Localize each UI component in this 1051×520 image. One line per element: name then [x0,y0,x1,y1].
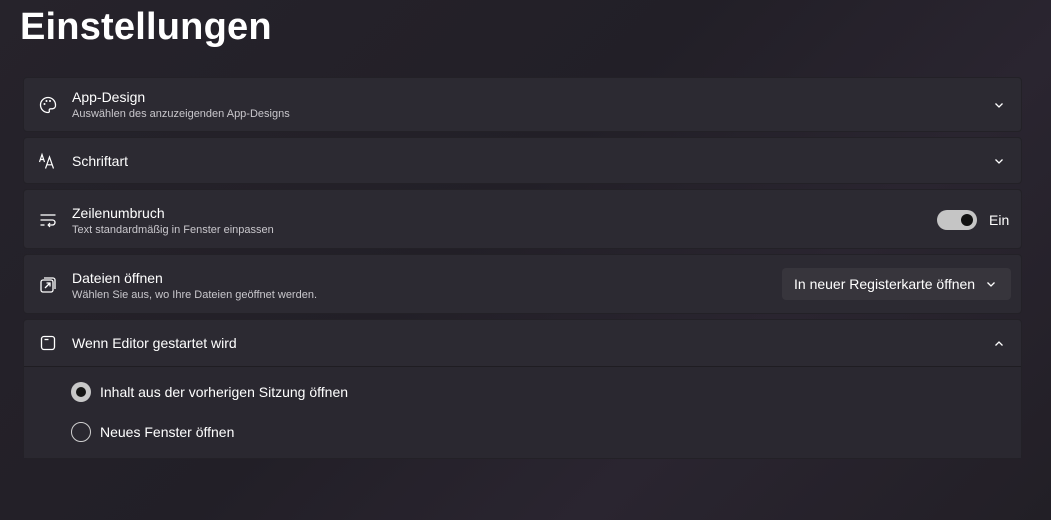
radio-label: Inhalt aus der vorherigen Sitzung öffnen [100,384,349,400]
radio-label: Neues Fenster öffnen [100,424,235,440]
radio-selected-icon[interactable] [71,382,91,402]
window-icon [38,333,58,353]
chevron-down-icon [983,276,999,292]
toggle-knob [961,214,973,226]
word-wrap-toggle[interactable] [937,210,977,230]
word-wrap-icon [38,210,58,230]
font-icon [38,151,58,171]
open-files-dropdown[interactable]: In neuer Registerkarte öffnen [782,268,1011,300]
chevron-down-icon[interactable] [991,153,1007,169]
startup-header[interactable]: Wenn Editor gestartet wird [24,320,1021,366]
chevron-up-icon[interactable] [991,336,1007,352]
open-files-card: Dateien öffnen Wählen Sie aus, wo Ihre D… [23,254,1022,314]
page-title: Einstellungen [20,6,272,48]
startup-options: Inhalt aus der vorherigen Sitzung öffnen… [24,366,1021,458]
app-design-subtitle: Auswählen des anzuzeigenden App-Designs [72,108,290,120]
radio-unselected-icon[interactable] [71,422,91,442]
startup-option-new-window[interactable]: Neues Fenster öffnen [71,421,234,443]
font-card[interactable]: Schriftart [23,137,1022,184]
open-files-subtitle: Wählen Sie aus, wo Ihre Dateien geöffnet… [72,289,318,301]
open-in-new-icon [38,275,58,295]
open-files-title: Dateien öffnen [72,270,163,286]
startup-title: Wenn Editor gestartet wird [72,335,237,351]
word-wrap-title: Zeilenumbruch [72,205,165,221]
word-wrap-subtitle: Text standardmäßig in Fenster einpassen [72,224,274,236]
app-design-title: App-Design [72,89,146,105]
word-wrap-card: Zeilenumbruch Text standardmäßig in Fens… [23,189,1022,249]
font-title: Schriftart [72,153,129,169]
word-wrap-toggle-state: Ein [989,212,1010,228]
startup-option-previous-session[interactable]: Inhalt aus der vorherigen Sitzung öffnen [71,381,348,403]
chevron-down-icon[interactable] [991,97,1007,113]
palette-icon [38,95,58,115]
startup-card: Wenn Editor gestartet wird Inhalt aus de… [23,319,1022,459]
open-files-dropdown-value: In neuer Registerkarte öffnen [794,276,976,292]
app-design-card[interactable]: App-Design Auswählen des anzuzeigenden A… [23,77,1022,132]
